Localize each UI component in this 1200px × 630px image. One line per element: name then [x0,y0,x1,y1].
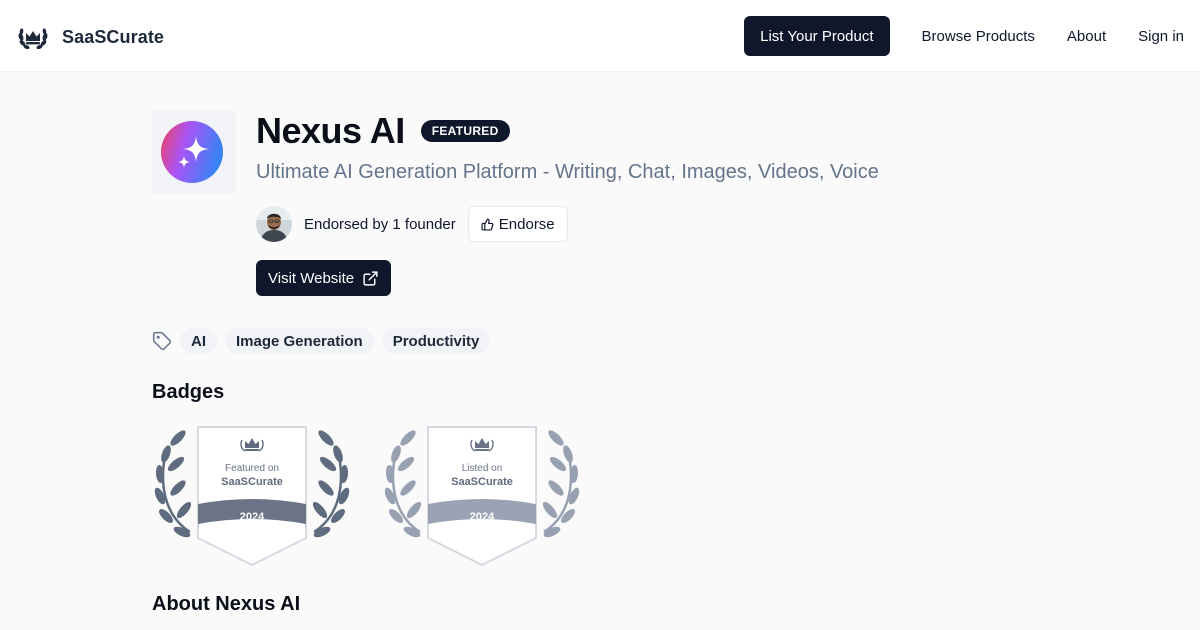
crown-laurel-icon [18,28,48,50]
endorse-button-label: Endorse [498,215,555,233]
badge-line1: Featured on [225,463,279,474]
tag-icon [152,331,172,351]
featured-badge: FEATURED [420,120,510,142]
laurel-right-icon [312,430,350,538]
listed-on-badge[interactable]: Listed on SaaSCurate 2024 [382,420,582,570]
laurel-left-icon [154,430,192,538]
main-nav: List Your Product Browse Products About … [744,16,1184,56]
thumbs-up-icon [481,217,494,231]
list-your-product-button[interactable]: List Your Product [744,16,890,56]
top-nav-bar: SaaSCurate List Your Product Browse Prod… [0,0,1200,72]
visit-website-label: Visit Website [268,269,355,287]
endorsement-count: Endorsed by 1 founder [304,215,456,233]
laurel-right-icon [542,430,580,538]
visit-website-button[interactable]: Visit Website [256,260,392,296]
badge-brand: SaaSCurate [451,476,513,488]
badges-heading: Badges [152,381,225,403]
nav-link-about[interactable]: About [1067,28,1106,45]
endorsement-row: Endorsed by 1 founder Endorse [256,206,568,242]
about-heading: About Nexus AI [152,593,301,615]
tag-image-generation[interactable]: Image Generation [225,328,374,354]
tag-ai[interactable]: AI [180,328,217,354]
product-tagline: Ultimate AI Generation Platform - Writin… [256,161,879,183]
sparkle-icon [161,121,223,183]
tag-productivity[interactable]: Productivity [381,328,491,354]
badge-line1: Listed on [462,463,503,474]
brand-name: SaaSCurate [62,26,165,47]
product-title: Nexus AI [256,110,405,151]
nav-link-browse-products[interactable]: Browse Products [922,28,1035,45]
external-link-icon [363,270,378,286]
product-title-row: Nexus AI FEATURED [256,110,510,152]
brand-home-link[interactable]: SaaSCurate [16,20,164,54]
endorse-button[interactable]: Endorse [467,206,568,242]
featured-on-badge[interactable]: Featured on SaaSCurate 2024 [152,420,352,570]
tags-row: AI Image Generation Productivity [152,328,498,354]
avatar[interactable] [256,206,292,242]
nav-link-sign-in[interactable]: Sign in [1138,28,1184,45]
laurel-left-icon [384,430,422,538]
badge-year: 2024 [470,511,495,523]
product-logo-frame [152,110,236,194]
badge-brand: SaaSCurate [221,476,283,488]
badge-year: 2024 [240,511,265,523]
